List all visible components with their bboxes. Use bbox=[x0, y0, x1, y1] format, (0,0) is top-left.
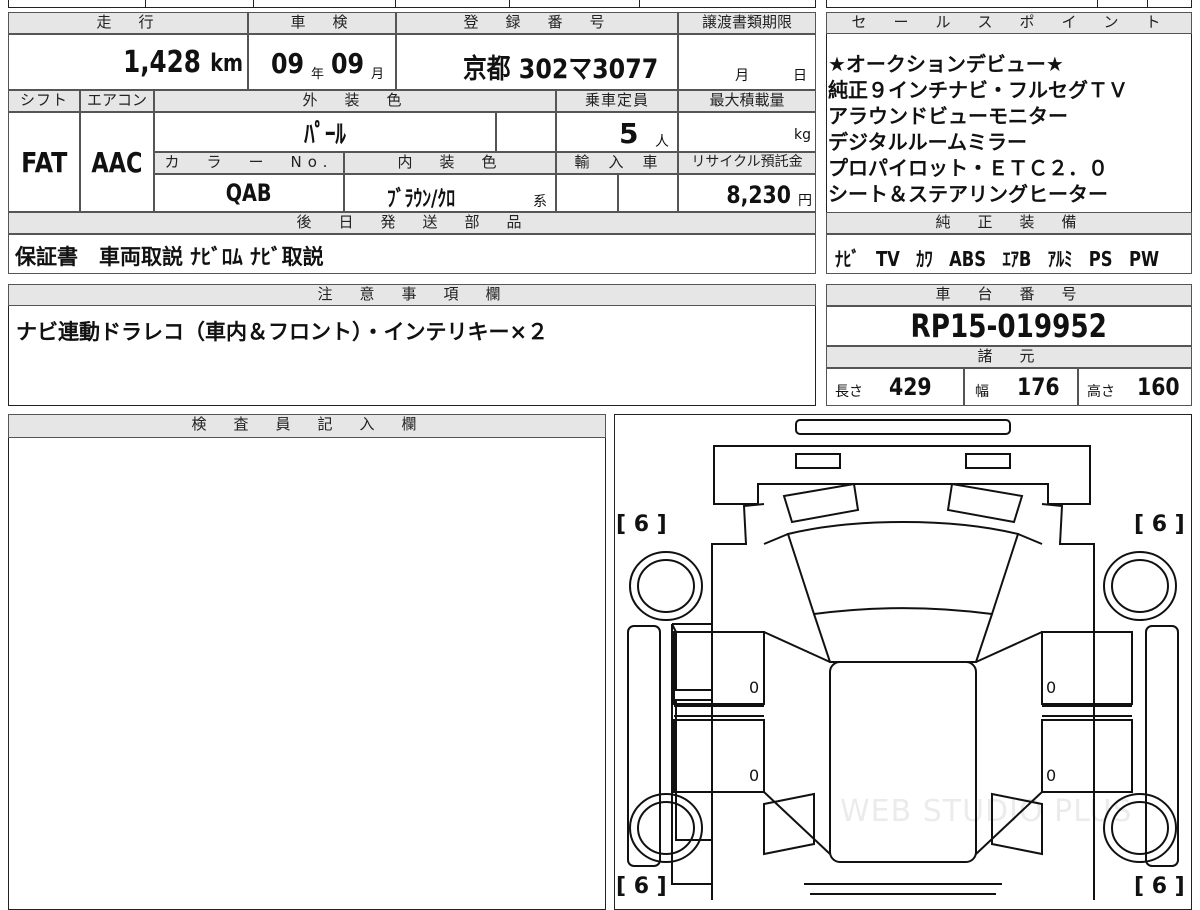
import-cell-1 bbox=[556, 174, 618, 212]
aircon-cell: AAC bbox=[80, 112, 154, 212]
door-front-left-value: 0 bbox=[749, 678, 760, 697]
capacity-label: 乗車定員 bbox=[556, 90, 678, 112]
mileage-cell: 1,428 km bbox=[8, 34, 248, 90]
spec-length-value: 429 bbox=[889, 373, 932, 401]
exterior-color-cell: ﾊﾟｰﾙ bbox=[154, 112, 496, 152]
transfer-day-unit: 日 bbox=[793, 68, 807, 84]
exterior-color-label: 外 装 色 bbox=[154, 90, 556, 112]
tire-rear-left-label: [ 6 ] bbox=[616, 874, 667, 899]
recycle-label: リサイクル預託金 bbox=[678, 152, 816, 174]
inspection-month: 09 bbox=[331, 47, 365, 80]
later-parts-label: 後 日 発 送 部 品 bbox=[8, 212, 816, 234]
spec-width-value: 176 bbox=[1017, 373, 1060, 401]
tire-rear-right-label: [ 6 ] bbox=[1134, 874, 1185, 899]
import-label: 輸 入 車 bbox=[556, 152, 678, 174]
registration-label: 登 録 番 号 bbox=[396, 12, 678, 34]
spec-width-cell: 幅 176 bbox=[964, 368, 1078, 406]
inspection-year-unit: 年 bbox=[311, 67, 325, 82]
inspector-label: 検 査 員 記 入 欄 bbox=[8, 414, 606, 438]
inspection-cell: 09 年 09 月 bbox=[248, 34, 396, 90]
registration-value: 京都 302マ3077 bbox=[463, 54, 659, 85]
aircon-label: エアコン bbox=[80, 90, 154, 112]
spec-length-cell: 長さ 429 bbox=[826, 368, 964, 406]
equipment-value: ﾅﾋﾞ TV ｶﾜ ABS ｴｱB ｱﾙﾐ PS PW bbox=[835, 247, 1160, 271]
specs-label: 諸 元 bbox=[826, 346, 1192, 368]
door-rear-right-value: 0 bbox=[1046, 766, 1057, 785]
transfer-deadline-cell: 月 日 bbox=[678, 34, 816, 90]
tire-front-left-label: [ 6 ] bbox=[616, 512, 667, 537]
mileage-label: 走 行 bbox=[8, 12, 248, 34]
spec-height-value: 160 bbox=[1137, 373, 1180, 401]
exterior-color-extra bbox=[496, 112, 556, 152]
spec-width-label: 幅 bbox=[975, 384, 989, 400]
sales-points-list: ★オークションデビュー★ 純正９インチナビ・フルセグＴＶ アラウンドビューモニタ… bbox=[828, 36, 1190, 212]
sales-point-line: デジタルルームミラー bbox=[828, 130, 1027, 154]
registration-cell: 京都 302マ3077 bbox=[396, 34, 678, 90]
spec-length-label: 長さ bbox=[835, 384, 863, 400]
interior-color-value: ﾌﾞﾗｳﾝ/ｸﾛ bbox=[387, 187, 456, 212]
interior-color-label: 内 装 色 bbox=[344, 152, 556, 174]
shift-cell: FAT bbox=[8, 112, 80, 212]
interior-color-cell: ﾌﾞﾗｳﾝ/ｸﾛ 系 bbox=[344, 174, 556, 212]
top-strip bbox=[8, 0, 816, 8]
shift-label: シフト bbox=[8, 90, 80, 112]
sales-point-line: ★オークションデビュー★ bbox=[828, 52, 1064, 76]
inspection-year: 09 bbox=[271, 47, 305, 80]
capacity-value: 5 bbox=[619, 117, 639, 150]
top-strip-right bbox=[826, 0, 1192, 8]
equipment-label: 純 正 装 備 bbox=[826, 212, 1192, 234]
notes-label: 注 意 事 項 欄 bbox=[8, 284, 816, 306]
recycle-unit: 円 bbox=[798, 193, 812, 209]
chassis-label: 車 台 番 号 bbox=[826, 284, 1192, 306]
capacity-unit: 人 bbox=[655, 134, 669, 150]
color-no-cell: QAB bbox=[154, 174, 344, 212]
sales-point-line: シート＆ステアリングヒーター bbox=[828, 182, 1108, 206]
chassis-cell: RP15-019952 bbox=[826, 306, 1192, 346]
capacity-cell: 5 人 bbox=[556, 112, 678, 152]
aircon-value: AAC bbox=[91, 145, 143, 179]
max-load-unit: kg bbox=[794, 127, 811, 143]
color-no-value: QAB bbox=[226, 179, 272, 207]
chassis-value: RP15-019952 bbox=[910, 307, 1108, 345]
sales-point-line: 純正９インチナビ・フルセグＴＶ bbox=[828, 78, 1128, 102]
import-cell-2 bbox=[618, 174, 678, 212]
equipment-cell: ﾅﾋﾞ TV ｶﾜ ABS ｴｱB ｱﾙﾐ PS PW bbox=[826, 234, 1192, 274]
sales-point-line: アラウンドビューモニター bbox=[828, 104, 1068, 128]
recycle-value: 8,230 bbox=[726, 181, 791, 209]
later-parts-value: 保証書 車両取説 ﾅﾋﾞﾛﾑ ﾅﾋﾞ取説 bbox=[15, 245, 324, 269]
spec-height-cell: 高さ 160 bbox=[1078, 368, 1192, 406]
shift-value: FAT bbox=[20, 145, 68, 179]
exterior-color-value: ﾊﾟｰﾙ bbox=[304, 119, 346, 150]
later-parts-cell: 保証書 車両取説 ﾅﾋﾞﾛﾑ ﾅﾋﾞ取説 bbox=[8, 234, 816, 274]
door-front-right-value: 0 bbox=[1046, 678, 1057, 697]
mileage-value: 1,428 bbox=[123, 45, 201, 80]
spec-height-label: 高さ bbox=[1087, 384, 1115, 400]
inspector-box bbox=[8, 414, 606, 910]
color-no-label: カ ラ ー No. bbox=[154, 152, 344, 174]
inspection-month-unit: 月 bbox=[371, 67, 385, 82]
inspection-label: 車 検 bbox=[248, 12, 396, 34]
interior-color-suffix: 系 bbox=[533, 194, 547, 210]
sales-point-line: プロパイロット・ＥＴＣ２．０ bbox=[828, 156, 1108, 180]
sales-points-label: セ ー ル ス ポ イ ン ト bbox=[826, 12, 1192, 34]
transfer-month-unit: 月 bbox=[735, 68, 749, 84]
transfer-deadline-label: 譲渡書類期限 bbox=[678, 12, 816, 34]
tire-front-right-label: [ 6 ] bbox=[1134, 512, 1185, 537]
max-load-cell: kg bbox=[678, 112, 816, 152]
recycle-cell: 8,230 円 bbox=[678, 174, 816, 212]
notes-value: ナビ連動ドラレコ（車内＆フロント）・インテリキー×２ bbox=[16, 320, 549, 344]
door-rear-left-value: 0 bbox=[749, 766, 760, 785]
mileage-unit: km bbox=[210, 49, 243, 77]
max-load-label: 最大積載量 bbox=[678, 90, 816, 112]
watermark: WEB STUDIO PLUS bbox=[840, 794, 1133, 829]
